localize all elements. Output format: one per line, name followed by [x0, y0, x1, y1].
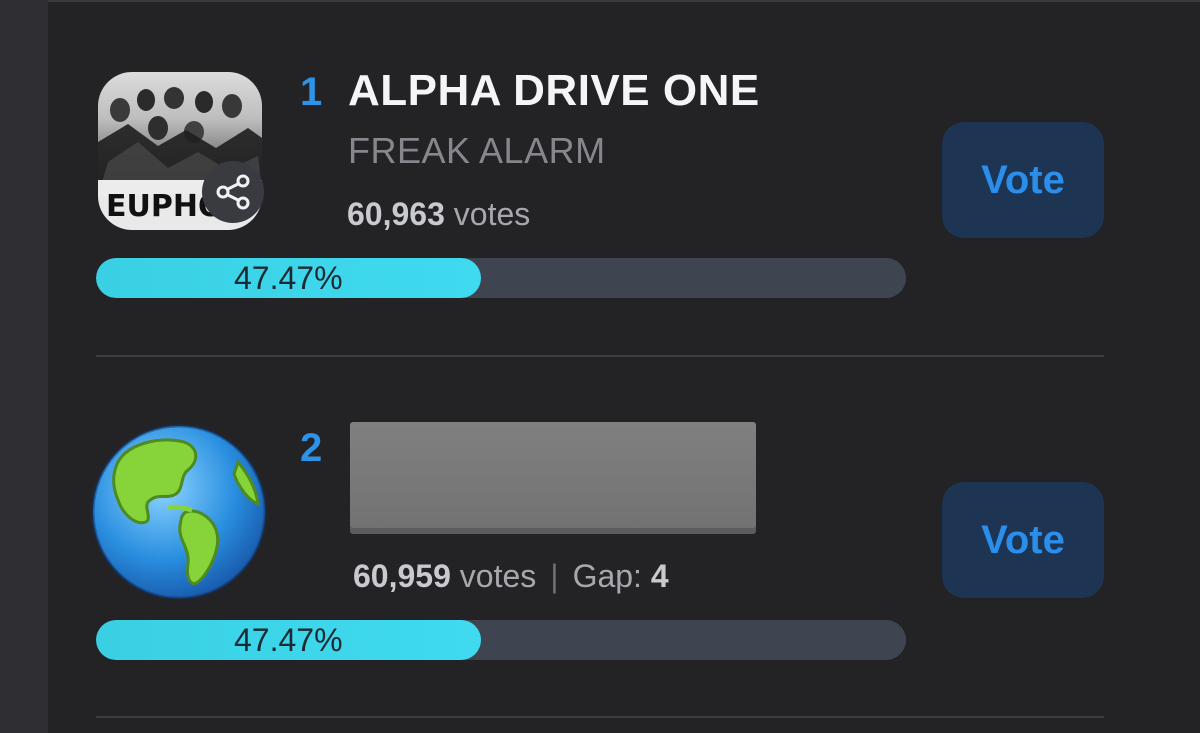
entry-1-rank: 1 [300, 70, 323, 114]
top-divider [48, 0, 1200, 2]
entry-2-vote-button[interactable]: Vote [942, 482, 1104, 598]
entry-1-song: FREAK ALARM [348, 130, 606, 171]
entry-1-votes: 60,963 votes [347, 196, 530, 233]
censored-title-block [350, 422, 756, 528]
votes-gap-separator: | [550, 558, 559, 594]
share-icon [216, 174, 250, 210]
entry-1-progress-bar: 47.47% [96, 258, 906, 298]
entry-1-artist: ALPHA DRIVE ONE [348, 66, 760, 115]
entry-2-votes: 60,959 votes | Gap: 4 [353, 558, 669, 595]
entry-2-votes-word: votes [459, 558, 537, 594]
row-divider [96, 355, 1104, 357]
entry-2-vote-count: 60,959 [353, 558, 451, 594]
earth-globe-icon[interactable] [88, 422, 270, 602]
entry-2-rank: 2 [300, 426, 323, 470]
entry-1-vote-count: 60,963 [347, 196, 445, 232]
gap-value: 4 [650, 558, 669, 594]
share-button[interactable] [202, 161, 264, 223]
entry-1-vote-button[interactable]: Vote [942, 122, 1104, 238]
row-divider [96, 716, 1104, 718]
entry-1-percent-label: 47.47% [233, 259, 343, 296]
entry-1-votes-word: votes [453, 196, 531, 232]
entry-2-progress-bar: 47.47% [96, 620, 906, 660]
entry-2-percent-label: 47.47% [233, 621, 343, 658]
gap-label: Gap: [572, 558, 642, 594]
